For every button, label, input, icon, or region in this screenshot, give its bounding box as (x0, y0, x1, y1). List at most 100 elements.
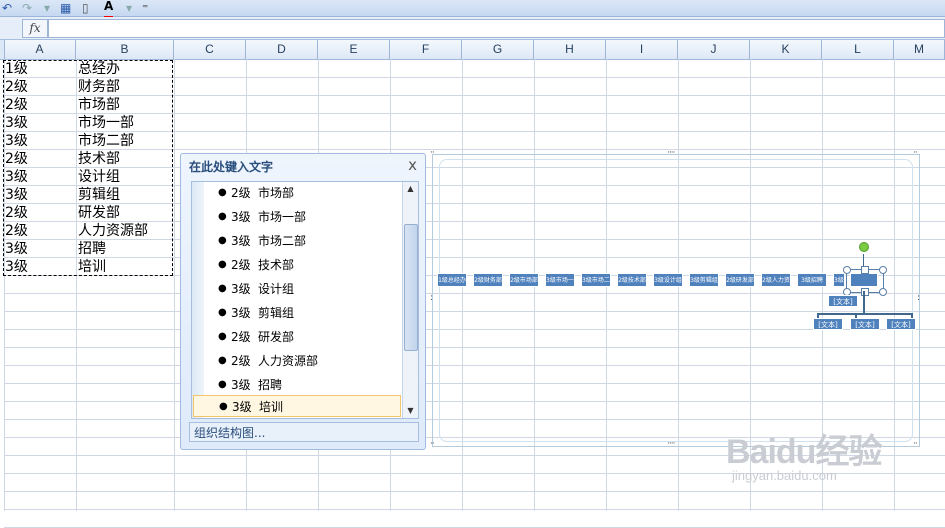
gridline (4, 491, 945, 492)
scroll-thumb[interactable] (404, 224, 418, 351)
pane-text-list[interactable]: ● 2级 市场部 ● 3级 市场一部 ● 3级 市场二部 ● 2级 技术部 ● … (191, 181, 419, 419)
org-node[interactable]: 3级设计组 (653, 273, 683, 287)
selected-top-node[interactable] (850, 273, 878, 287)
customize-toolbar-icon[interactable]: ⁼ (142, 0, 148, 16)
list-item[interactable]: ● 3级 剪辑组 (206, 302, 402, 324)
formula-input[interactable] (48, 19, 945, 38)
column-header-h[interactable]: H (534, 40, 606, 59)
org-node[interactable]: 3级培训 (833, 273, 845, 287)
list-item[interactable]: ● 3级 设计组 (206, 278, 402, 300)
text-placeholder-node[interactable]: [文本] (828, 295, 858, 307)
list-item[interactable]: ● 2级 研发部 (206, 326, 402, 348)
resize-handle-top[interactable]: ···· (667, 148, 676, 158)
item-level: 2级 (231, 330, 251, 344)
selection-handle[interactable] (879, 266, 887, 274)
bullet-icon: ● (218, 307, 227, 318)
scroll-down-icon[interactable]: ▼ (403, 404, 418, 418)
column-header-a[interactable]: A (4, 40, 76, 59)
resize-handle-left[interactable]: : (430, 293, 433, 303)
column-header-b[interactable]: B (76, 40, 174, 59)
bullet-icon: ● (218, 355, 227, 366)
text-placeholder-node[interactable]: [文本] (850, 318, 880, 330)
item-name: 研发部 (258, 330, 295, 344)
bullet-icon: ● (218, 211, 227, 222)
scroll-up-icon[interactable]: ▲ (403, 182, 418, 196)
bullet-icon: ● (218, 187, 227, 198)
org-node[interactable]: 2级人力资源部 (761, 273, 791, 287)
item-name: 市场一部 (258, 210, 307, 224)
resize-handle-bottom-left[interactable]: ·· (430, 439, 435, 449)
pane-scrollbar[interactable]: ▲ ▼ (402, 182, 418, 418)
resize-handle-top-left[interactable]: ·· (430, 148, 435, 158)
org-node[interactable]: 3级剪辑组 (689, 273, 719, 287)
org-node[interactable]: 2级财务部 (473, 273, 503, 287)
list-item[interactable]: ● 3级 招聘 (206, 374, 402, 396)
redo-icon[interactable]: ↷ (22, 0, 32, 16)
selection-handle[interactable] (843, 266, 851, 274)
font-color-dropdown-icon[interactable]: ▾ (126, 0, 132, 16)
bullet-icon: ● (218, 259, 227, 270)
org-node[interactable]: 2级研发部 (725, 273, 755, 287)
resize-handle-right[interactable]: : (917, 293, 920, 303)
org-node[interactable]: 2级技术部 (617, 273, 647, 287)
smartart-frame[interactable]: ···· ···· ·· ·· ·· ·· : : 1级总经办 2级财务部 2级… (430, 148, 920, 449)
dropdown-icon[interactable]: ▾ (44, 0, 50, 16)
org-node[interactable]: 3级招聘 (797, 273, 827, 287)
list-item[interactable]: ● 2级 技术部 (206, 254, 402, 276)
column-header-i[interactable]: I (606, 40, 678, 59)
item-name: 市场二部 (258, 234, 307, 248)
text-placeholder-node[interactable]: [文本] (886, 318, 916, 330)
list-item[interactable]: ● 2级 人力资源部 (206, 350, 402, 372)
rotation-handle[interactable] (859, 242, 869, 252)
close-icon[interactable]: x (408, 156, 417, 174)
org-chart-footer-link[interactable]: 组织结构图... (189, 422, 419, 442)
column-header-d[interactable]: D (246, 40, 318, 59)
org-node[interactable]: 1级总经办 (437, 273, 467, 287)
resize-handle-bottom-right[interactable]: ·· (913, 439, 918, 449)
list-item-active[interactable]: ● 3级 培训 (193, 395, 401, 417)
resize-handle-top-right[interactable]: ·· (913, 148, 918, 158)
column-header-l[interactable]: L (822, 40, 894, 59)
column-header-e[interactable]: E (318, 40, 390, 59)
item-name: 剪辑组 (258, 306, 295, 320)
gridline (4, 509, 945, 510)
pane-title: 在此处键入文字 (189, 160, 274, 174)
column-header-m[interactable]: M (894, 40, 945, 59)
undo-icon[interactable]: ↶ (2, 0, 12, 16)
selection-handle[interactable] (861, 266, 869, 274)
insert-function-button[interactable]: fx (22, 19, 48, 38)
watermark-url: jingyan.baidu.com (732, 468, 837, 483)
item-level: 2级 (231, 186, 251, 200)
item-name: 市场部 (258, 186, 295, 200)
item-name[interactable]: 培训 (259, 396, 283, 418)
item-name: 人力资源部 (258, 354, 319, 368)
page-icon[interactable]: ▯ (82, 0, 89, 16)
text-placeholder-node[interactable]: [文本] (813, 318, 843, 330)
column-header-c[interactable]: C (174, 40, 246, 59)
column-header-g[interactable]: G (462, 40, 534, 59)
pane-gutter (192, 182, 204, 418)
bullet-icon: ● (218, 379, 227, 390)
org-node[interactable]: 2级市场部 (509, 273, 539, 287)
item-level: 2级 (231, 354, 251, 368)
item-level: 3级 (232, 400, 252, 414)
select-all-corner[interactable] (0, 40, 5, 59)
formula-bar: fx (0, 17, 945, 40)
item-name: 招聘 (258, 378, 283, 392)
bullet-icon: ● (218, 283, 227, 294)
list-item[interactable]: ● 3级 市场二部 (206, 230, 402, 252)
bullet-icon: ● (218, 331, 227, 342)
quick-access-toolbar: ↶ ↷ ▾ ▦ ▯ A ▾ ⁼ (0, 0, 945, 19)
selection-handle[interactable] (879, 288, 887, 296)
list-item[interactable]: ● 3级 市场一部 (206, 206, 402, 228)
org-node[interactable]: 3级市场二部 (581, 273, 611, 287)
gridline (174, 59, 175, 511)
org-node[interactable]: 3级市场一部 (545, 273, 575, 287)
list-item[interactable]: ● 2级 市场部 (206, 182, 402, 204)
column-header-j[interactable]: J (678, 40, 750, 59)
column-header-k[interactable]: K (750, 40, 822, 59)
table-icon[interactable]: ▦ (60, 0, 71, 16)
resize-handle-bottom[interactable]: ···· (667, 439, 676, 449)
connector-line (817, 313, 912, 315)
column-header-f[interactable]: F (390, 40, 462, 59)
